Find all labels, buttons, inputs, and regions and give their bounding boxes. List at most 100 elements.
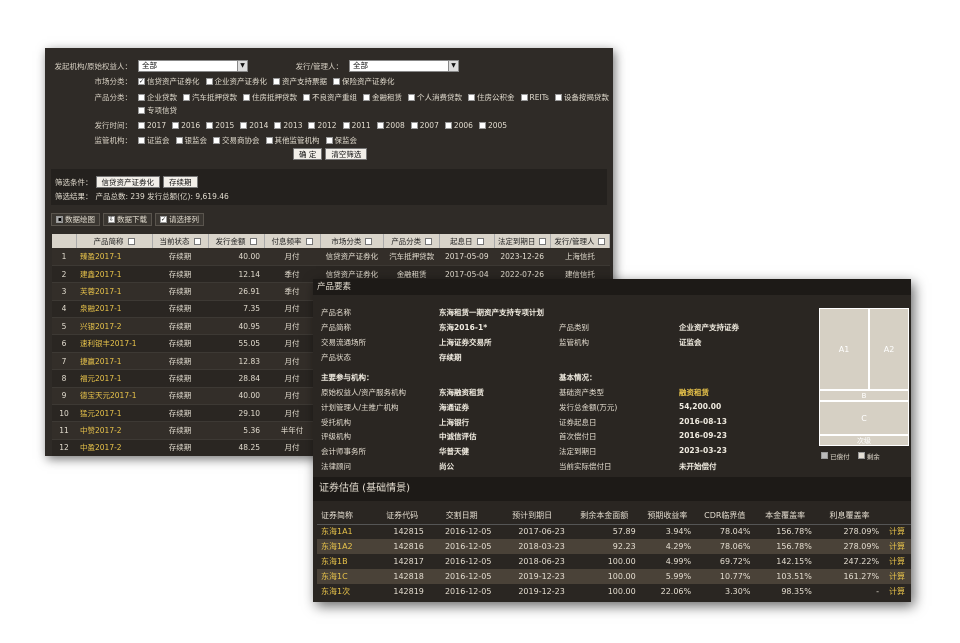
- product-checkbox[interactable]: 企业贷款: [138, 92, 177, 103]
- product-checkbox-label: 不良资产重组: [312, 93, 357, 102]
- regulator-checkbox[interactable]: 交易商协会: [213, 135, 260, 146]
- checkbox-icon: [444, 122, 452, 129]
- calculate-button[interactable]: 计算: [883, 584, 911, 599]
- calculate-button[interactable]: 计算: [883, 524, 911, 539]
- status-cell: 存续期: [152, 265, 208, 284]
- year-checkbox[interactable]: 2011: [342, 121, 371, 130]
- filter-icon[interactable]: [127, 238, 135, 245]
- product-checkbox[interactable]: 金融租赁: [363, 92, 402, 103]
- column-header[interactable]: 法定到期日: [494, 234, 551, 248]
- product-name-link[interactable]: 福元2017-1: [76, 369, 152, 388]
- filter-icon[interactable]: [193, 238, 201, 245]
- valuation-body: 东海1A1 142815 2016-12-05 2017-06-23 57.89 3.94…: [317, 524, 911, 599]
- year-checkbox[interactable]: 2006: [444, 121, 473, 130]
- year-checkbox[interactable]: 2008: [376, 121, 405, 130]
- issuer-select-value: 全部: [142, 61, 157, 70]
- year-checkbox[interactable]: 2017: [138, 121, 166, 130]
- product-name-link[interactable]: 速利银丰2017-1: [76, 334, 152, 353]
- column-header[interactable]: 产品简称: [76, 234, 153, 248]
- year-checkbox[interactable]: 2012: [308, 121, 337, 130]
- calculate-button[interactable]: 计算: [883, 539, 911, 554]
- basic-field-value: 上海证券交易所: [439, 338, 492, 347]
- chart-button[interactable]: ▣ 数据绘图: [51, 213, 100, 226]
- security-name[interactable]: 东海1次: [317, 584, 376, 599]
- column-header[interactable]: 发行/管理人: [550, 234, 611, 248]
- issuer-select[interactable]: 全部 ▼: [138, 60, 248, 72]
- regulator-checkbox[interactable]: 其他监管机构: [265, 135, 320, 146]
- filter-icon[interactable]: [305, 238, 313, 245]
- product-name-link[interactable]: 建鑫2017-1: [76, 265, 152, 284]
- column-header[interactable]: 当前状态: [152, 234, 209, 248]
- regulator-checkbox[interactable]: 银监会: [175, 135, 207, 146]
- product-checkbox[interactable]: REITs: [520, 93, 549, 102]
- product-checkbox[interactable]: 住房公积金: [468, 92, 515, 103]
- basic-right-field-label: 产品类别: [559, 323, 589, 332]
- product-checkbox[interactable]: 不良资产重组: [303, 92, 357, 103]
- product-name-link[interactable]: 泉融2017-1: [76, 300, 152, 319]
- market-checkbox[interactable]: 企业资产证券化: [205, 76, 267, 87]
- calculate-button[interactable]: 计算: [883, 569, 911, 584]
- basic-field-value: 东海租赁一期资产支持专项计划: [439, 308, 544, 317]
- filter-icon[interactable]: [425, 238, 433, 245]
- column-header[interactable]: 起息日: [439, 234, 495, 248]
- condition-tag[interactable]: 存续期: [163, 176, 198, 188]
- product-checkbox[interactable]: 专项信贷: [138, 105, 177, 116]
- product-checkbox-label: 住房公积金: [477, 93, 515, 102]
- product-name-link[interactable]: 兴银2017-2: [76, 317, 152, 336]
- year-checkbox[interactable]: 2014: [240, 121, 268, 130]
- security-name[interactable]: 东海1C: [317, 569, 377, 584]
- year-checkbox[interactable]: 2013: [274, 121, 302, 130]
- calculate-button[interactable]: 计算: [883, 554, 911, 569]
- row-number: 9: [52, 387, 76, 406]
- paid-swatch: [821, 452, 828, 459]
- product-name-link[interactable]: 捷赢2017-1: [76, 352, 152, 371]
- security-name[interactable]: 东海1A2: [317, 539, 377, 554]
- participant-field-label: 评级机构: [321, 432, 351, 442]
- product-checkbox[interactable]: 设备按揭贷款: [554, 92, 609, 103]
- product-checkbox[interactable]: 住房抵押贷款: [243, 92, 297, 103]
- product-checkbox[interactable]: 个人消费贷款: [408, 92, 462, 103]
- condition-tag[interactable]: 信贷资产证券化: [95, 176, 160, 188]
- filter-icon[interactable]: [249, 238, 257, 245]
- clear-filter-button[interactable]: 清空筛选: [325, 148, 368, 160]
- product-name-link[interactable]: 中赞2017-2: [76, 421, 152, 440]
- column-header[interactable]: 付息频率: [264, 234, 321, 248]
- confirm-button[interactable]: 确 定: [293, 148, 323, 160]
- basic-info-field-value: 融资租赁: [679, 388, 709, 397]
- amount-cell: 40.00: [208, 387, 264, 406]
- product-name-link[interactable]: 猛元2017-1: [76, 404, 152, 423]
- year-checkbox[interactable]: 2005: [478, 121, 507, 130]
- security-name[interactable]: 东海1B: [317, 554, 376, 569]
- column-header[interactable]: 发行金额: [208, 234, 265, 248]
- security-name[interactable]: 东海1A1: [317, 524, 376, 539]
- filter-icon[interactable]: [598, 238, 606, 245]
- valuation-header-row: 证券简称 证券代码 交割日期 预计到期日 剩余本金面额 预期收益率 CDR临界值 本金覆盖率利…: [317, 507, 911, 525]
- year-checkbox[interactable]: 2016: [172, 121, 200, 130]
- market-checkbox[interactable]: ✓ 信贷资产证券化: [138, 76, 200, 87]
- market-checkbox[interactable]: 资产支持票据: [273, 76, 327, 87]
- filter-icon[interactable]: [365, 238, 373, 245]
- product-name-link[interactable]: 德宝天元2017-1: [76, 387, 152, 406]
- regulator-checkbox[interactable]: 保监会: [325, 135, 357, 146]
- regulator-checkbox[interactable]: 证监会: [138, 135, 170, 146]
- table-row[interactable]: 1 臻盈2017-1 存续期 40.00 月付 信贷资产证券化 汽车抵押贷款 2017-05-…: [52, 248, 610, 266]
- checkbox-icon: [138, 122, 145, 129]
- regulator-checkbox-label: 证监会: [147, 136, 170, 145]
- product-name-link[interactable]: 芙蓉2017-1: [76, 282, 152, 301]
- filter-icon[interactable]: [539, 238, 547, 245]
- column-header[interactable]: 产品分类: [383, 234, 441, 248]
- select-columns-button[interactable]: ✓ 请选择列: [155, 213, 204, 226]
- filter-icon[interactable]: [476, 238, 484, 245]
- column-header[interactable]: 市场分类: [320, 234, 385, 248]
- product-name-link[interactable]: 臻盈2017-1: [76, 248, 152, 266]
- manager-select[interactable]: 全部 ▼: [349, 60, 459, 72]
- product-name-link[interactable]: 中盈2017-2: [76, 439, 152, 456]
- product-checkbox[interactable]: 汽车抵押贷款: [183, 92, 237, 103]
- year-checkbox[interactable]: 2015: [206, 121, 234, 130]
- frequency-cell: 季付: [264, 265, 320, 284]
- download-button[interactable]: ⇩ 数据下载: [103, 213, 152, 226]
- filter-summary: 筛选条件： 信贷资产证券化 存续期 筛选结果： 产品总数: 239 发行总额(亿…: [51, 169, 607, 205]
- year-checkbox[interactable]: 2007: [410, 121, 439, 130]
- yield-cell: 22.06%: [660, 587, 692, 596]
- market-checkbox[interactable]: 保险资产证券化: [333, 76, 395, 87]
